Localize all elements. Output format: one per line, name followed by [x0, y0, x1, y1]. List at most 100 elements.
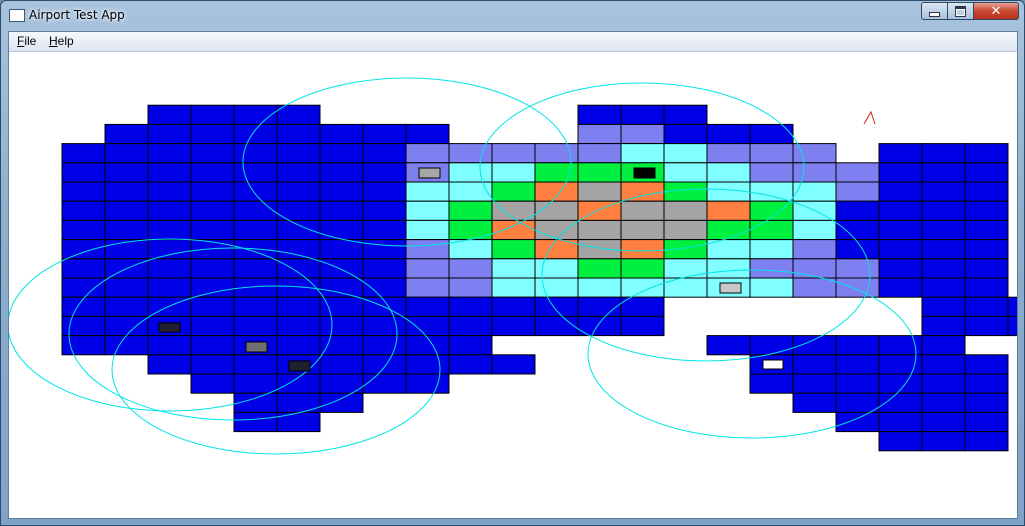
heatmap-cell [792, 392, 837, 413]
heatmap-cell [921, 335, 966, 356]
heatmap-cell [190, 181, 235, 202]
heatmap-cell [749, 258, 794, 279]
heatmap-cell [577, 104, 622, 125]
heatmap-cell [319, 335, 364, 356]
aircraft-3 [719, 282, 742, 294]
heatmap-cell [749, 143, 794, 164]
heatmap-cell [491, 315, 536, 337]
heatmap-cell [964, 258, 1009, 279]
heatmap-cell [362, 239, 407, 260]
heatmap-cell [362, 200, 407, 221]
heatmap-cell [233, 200, 278, 221]
minimize-button[interactable] [921, 2, 948, 20]
heatmap-cell [835, 181, 880, 202]
heatmap-cell [104, 315, 149, 337]
heatmap-cell [964, 239, 1009, 260]
heatmap-cell [577, 181, 622, 202]
heatmap-cell [534, 258, 579, 279]
heatmap-cell [749, 239, 794, 260]
title-bar[interactable]: Airport Test App ✕ [1, 1, 1024, 31]
heatmap-cell [491, 277, 536, 298]
heatmap-cell [749, 162, 794, 183]
heatmap-cell [104, 162, 149, 183]
heatmap-cell [104, 296, 149, 317]
heatmap-cell [491, 354, 536, 375]
heatmap-cell [362, 219, 407, 241]
heatmap-cell [577, 239, 622, 260]
heatmap-cell [319, 258, 364, 279]
heatmap-cell [104, 335, 149, 356]
menu-help-mnemonic: H [49, 34, 58, 48]
heatmap-cell [448, 181, 493, 202]
heatmap-cell [663, 258, 708, 279]
heatmap-cell [147, 162, 192, 183]
maximize-button[interactable] [948, 2, 974, 20]
heatmap-cell [835, 277, 880, 298]
heatmap-cell [706, 123, 751, 145]
heatmap-cell [319, 181, 364, 202]
menu-help[interactable]: Help [48, 34, 75, 49]
heatmap-cell [319, 143, 364, 164]
heatmap-cell [491, 181, 536, 202]
heatmap-cell [964, 296, 1009, 317]
heatmap-cell [921, 143, 966, 164]
heatmap-cell [448, 258, 493, 279]
heatmap-cell [792, 162, 837, 183]
heatmap-cell [663, 162, 708, 183]
close-button[interactable]: ✕ [974, 2, 1019, 20]
heatmap-cell [61, 335, 106, 356]
heatmap-cell [233, 219, 278, 241]
heatmap-cell [405, 354, 450, 375]
heatmap-cell [749, 277, 794, 298]
heatmap-cell [964, 162, 1009, 183]
heatmap-cell [620, 258, 665, 279]
heatmap-cell [233, 181, 278, 202]
heatmap-cell [835, 411, 880, 433]
heatmap-cell [362, 354, 407, 375]
heatmap-cell [190, 277, 235, 298]
heatmap-cell [233, 373, 278, 394]
heatmap-cell [362, 181, 407, 202]
heatmap-cell [835, 335, 880, 356]
aircraft-2 [633, 167, 656, 179]
menu-file[interactable]: File [16, 34, 37, 49]
heatmap-cell [620, 219, 665, 241]
heatmap-cell [620, 104, 665, 125]
heatmap-cell [663, 123, 708, 145]
heatmap-cell [276, 335, 321, 356]
heatmap-cell [878, 431, 923, 452]
menu-file-rest: ile [24, 34, 37, 48]
heatmap-cell [964, 181, 1009, 202]
heatmap-cell [1007, 296, 1017, 317]
heatmap-cell [792, 181, 837, 202]
heatmap-cell [491, 200, 536, 221]
heatmap-cell [835, 219, 880, 241]
airport-canvas[interactable] [9, 52, 1017, 518]
heatmap-cell [319, 315, 364, 337]
heatmap-cell [706, 219, 751, 241]
heatmap-cell [534, 200, 579, 221]
heatmap-cell [190, 258, 235, 279]
heatmap-cell [663, 200, 708, 221]
heatmap-cell [147, 335, 192, 356]
heatmap-cell [878, 143, 923, 164]
heatmap-cell [362, 373, 407, 394]
heatmap-cell [276, 411, 321, 433]
heatmap-cell [319, 200, 364, 221]
heatmap-cell [190, 296, 235, 317]
heatmap-cell [792, 373, 837, 394]
heatmap-cell [663, 143, 708, 164]
heatmap-cell [233, 123, 278, 145]
heatmap-cell [964, 354, 1009, 375]
heatmap-cell [577, 296, 622, 317]
heatmap-cell [147, 354, 192, 375]
heatmap-cell [147, 219, 192, 241]
heatmap-cell [147, 143, 192, 164]
heatmap-cell [319, 392, 364, 413]
heatmap-cell [921, 392, 966, 413]
heatmap-cell [620, 143, 665, 164]
heatmap-cell [233, 315, 278, 337]
heatmap-cell [276, 277, 321, 298]
heatmap-cell [663, 181, 708, 202]
heatmap-cell [405, 373, 450, 394]
